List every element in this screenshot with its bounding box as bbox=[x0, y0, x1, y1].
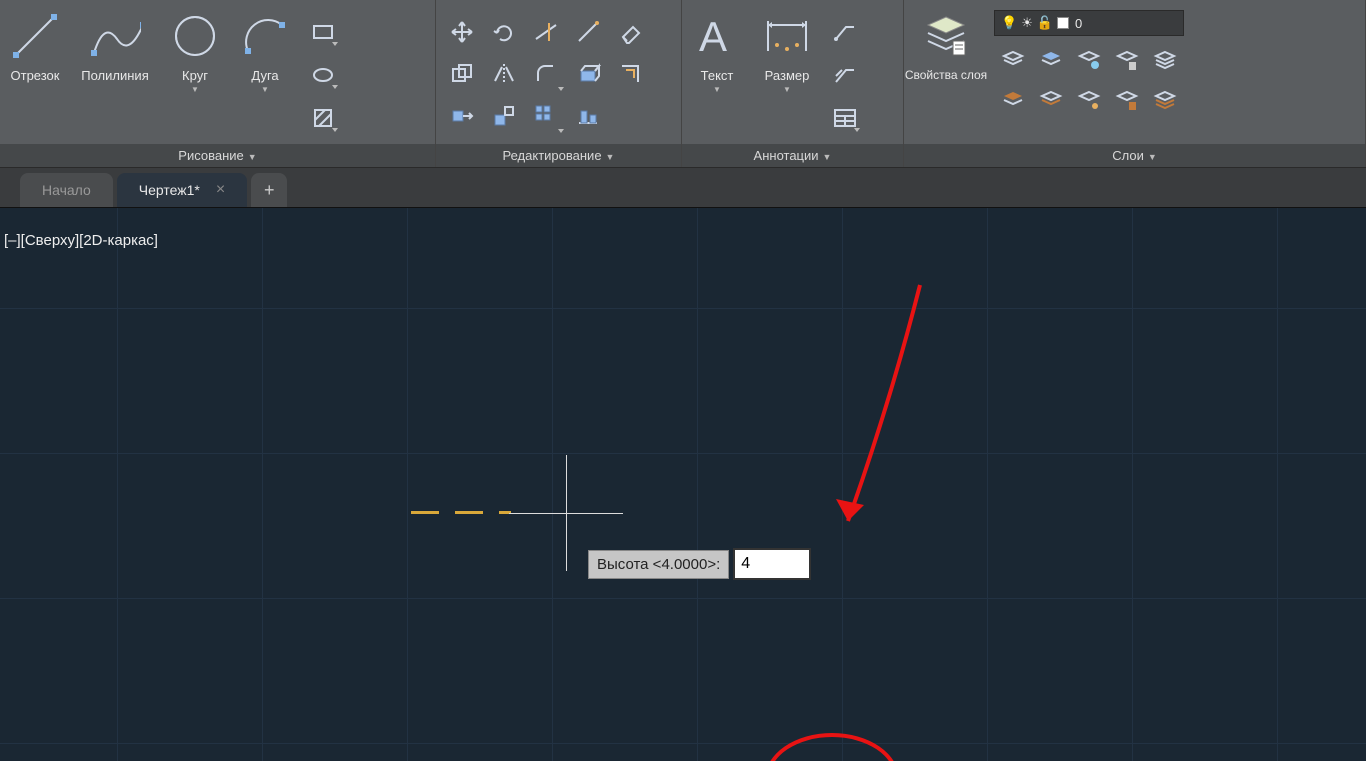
close-icon[interactable]: × bbox=[216, 181, 225, 199]
tool-ellipse[interactable] bbox=[306, 58, 340, 92]
tab-bar: Начало Чертеж1* × + bbox=[0, 168, 1366, 208]
canvas-grid bbox=[0, 208, 1366, 761]
tool-hatch[interactable] bbox=[306, 101, 340, 135]
layer-current-name: 0 bbox=[1075, 16, 1082, 31]
unlock-icon: 🔓 bbox=[1037, 15, 1053, 31]
layer-tool-9[interactable] bbox=[1110, 82, 1144, 118]
tool-line[interactable]: Отрезок bbox=[0, 6, 70, 144]
arc-icon bbox=[239, 10, 291, 62]
sun-icon: ☀ bbox=[1021, 15, 1033, 31]
line-icon bbox=[9, 10, 61, 62]
layer-tool-8[interactable] bbox=[1072, 82, 1106, 118]
tool-stretch[interactable] bbox=[442, 96, 482, 136]
tool-align[interactable] bbox=[568, 96, 608, 136]
tool-polyline-label: Полилиния bbox=[81, 68, 148, 83]
tool-rotate[interactable] bbox=[484, 12, 524, 52]
tool-extend[interactable] bbox=[568, 12, 608, 52]
dash-segment bbox=[411, 511, 439, 514]
chevron-down-icon: ▼ bbox=[783, 85, 791, 94]
tool-layer-props[interactable]: Свойства слоя bbox=[904, 6, 988, 144]
tool-text[interactable]: A Текст ▼ bbox=[682, 6, 752, 144]
chevron-down-icon: ▼ bbox=[191, 85, 199, 94]
tool-arc[interactable]: Дуга ▼ bbox=[230, 6, 300, 144]
tool-trim[interactable] bbox=[526, 12, 566, 52]
tool-rectangle[interactable] bbox=[306, 15, 340, 49]
tool-mirror[interactable] bbox=[484, 54, 524, 94]
circle-icon bbox=[169, 10, 221, 62]
viewport-status[interactable]: [–][Сверху][2D-каркас] bbox=[4, 232, 158, 249]
tool-circle-label: Круг bbox=[182, 68, 208, 83]
tool-text-label: Текст bbox=[701, 68, 734, 83]
panel-draw: Отрезок Полилиния Круг ▼ Дуга ▼ Ри bbox=[0, 0, 436, 167]
tool-leader-multi[interactable] bbox=[828, 58, 862, 92]
tool-erase[interactable] bbox=[610, 12, 650, 52]
tool-array[interactable] bbox=[526, 96, 566, 136]
panel-edit: Редактирование▼ bbox=[436, 0, 682, 167]
tool-move[interactable] bbox=[442, 12, 482, 52]
layer-tool-7[interactable] bbox=[1034, 82, 1068, 118]
tool-polyline[interactable]: Полилиния bbox=[70, 6, 160, 144]
draw-extras-col bbox=[300, 6, 346, 144]
tool-circle[interactable]: Круг ▼ bbox=[160, 6, 230, 144]
prompt-label: Высота <4.0000>: bbox=[588, 550, 729, 579]
svg-text:A: A bbox=[699, 13, 727, 60]
layer-tool-10[interactable] bbox=[1148, 82, 1182, 118]
tool-line-label: Отрезок bbox=[11, 68, 60, 83]
polyline-icon bbox=[89, 10, 141, 62]
layer-tool-5[interactable] bbox=[1148, 42, 1182, 78]
tool-layer-props-label: Свойства слоя bbox=[905, 68, 987, 82]
layers-right: 💡 ☀ 🔓 0 bbox=[988, 6, 1190, 144]
panel-layers: Свойства слоя 💡 ☀ 🔓 0 bbox=[904, 0, 1366, 167]
tool-arc-label: Дуга bbox=[251, 68, 278, 83]
layers-icon bbox=[920, 10, 972, 62]
tool-offset[interactable] bbox=[610, 54, 650, 94]
layer-tool-2[interactable] bbox=[1034, 42, 1068, 78]
tool-dimension[interactable]: Размер ▼ bbox=[752, 6, 822, 144]
chevron-down-icon: ▼ bbox=[261, 85, 269, 94]
layer-tool-6[interactable] bbox=[996, 82, 1030, 118]
tool-scale[interactable] bbox=[484, 96, 524, 136]
dash-segment bbox=[499, 511, 511, 514]
ribbon: Отрезок Полилиния Круг ▼ Дуга ▼ Ри bbox=[0, 0, 1366, 168]
panel-layers-title[interactable]: Слои▼ bbox=[904, 144, 1365, 167]
chevron-down-icon: ▼ bbox=[713, 85, 721, 94]
tab-home[interactable]: Начало bbox=[20, 173, 113, 207]
tool-copy[interactable] bbox=[442, 54, 482, 94]
panel-edit-title[interactable]: Редактирование▼ bbox=[436, 144, 681, 167]
layer-color-swatch bbox=[1057, 17, 1069, 29]
panel-annot-title[interactable]: Аннотации▼ bbox=[682, 144, 903, 167]
dimension-icon bbox=[761, 10, 813, 62]
tool-explode[interactable] bbox=[568, 54, 608, 94]
dynamic-input-prompt: Высота <4.0000>: bbox=[588, 548, 811, 580]
layer-dropdown[interactable]: 💡 ☀ 🔓 0 bbox=[994, 10, 1184, 36]
tab-drawing1[interactable]: Чертеж1* × bbox=[117, 173, 247, 207]
layer-tool-4[interactable] bbox=[1110, 42, 1144, 78]
tool-leader[interactable] bbox=[828, 15, 862, 49]
drawing-canvas[interactable]: [–][Сверху][2D-каркас] Высота <4.0000>: bbox=[0, 208, 1366, 761]
panel-draw-title[interactable]: Рисование▼ bbox=[0, 144, 435, 167]
tool-table[interactable] bbox=[828, 101, 862, 135]
tab-new[interactable]: + bbox=[251, 173, 287, 207]
tool-fillet[interactable] bbox=[526, 54, 566, 94]
prompt-input[interactable] bbox=[733, 548, 811, 580]
annot-extras-col bbox=[822, 6, 868, 144]
layer-tool-3[interactable] bbox=[1072, 42, 1106, 78]
layer-tool-1[interactable] bbox=[996, 42, 1030, 78]
tool-dimension-label: Размер bbox=[765, 68, 810, 83]
panel-annot: A Текст ▼ Размер ▼ Аннотации▼ bbox=[682, 0, 904, 167]
text-icon: A bbox=[691, 10, 743, 62]
bulb-icon: 💡 bbox=[1001, 15, 1017, 31]
dash-segment bbox=[455, 511, 483, 514]
